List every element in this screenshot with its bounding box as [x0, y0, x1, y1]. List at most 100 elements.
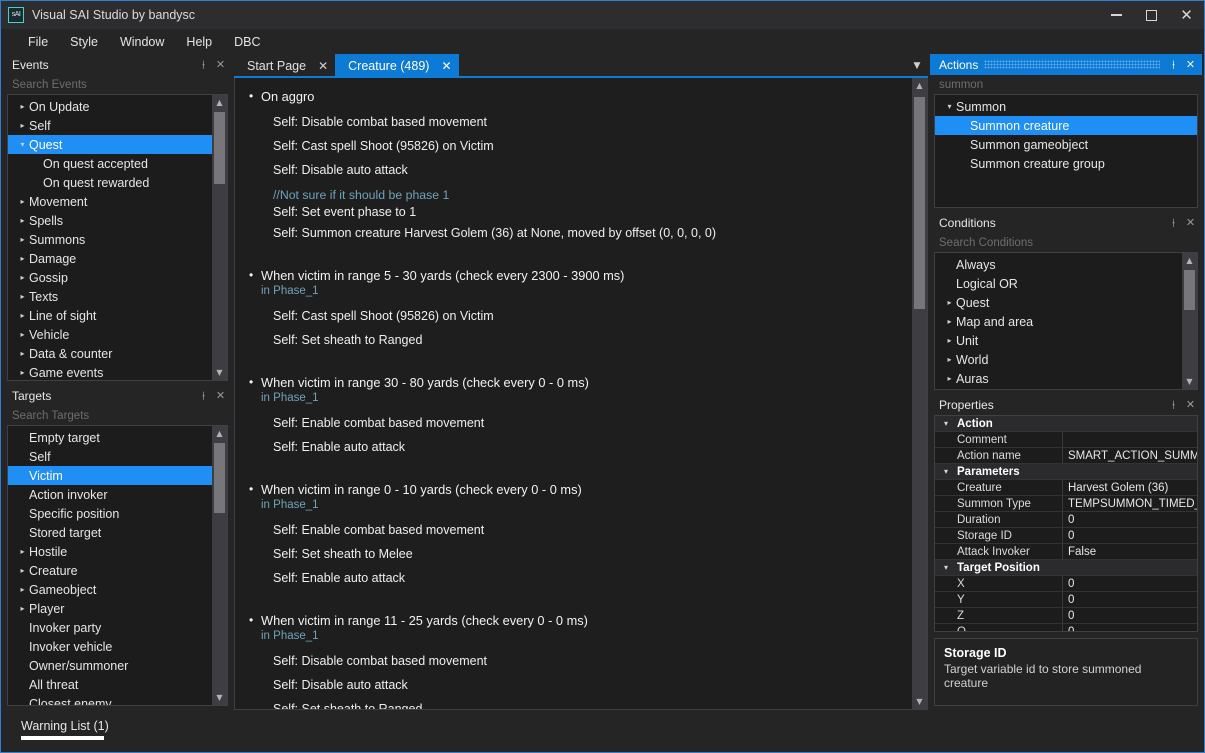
property-value[interactable]: 0 [1063, 514, 1197, 526]
menu-dbc[interactable]: DBC [223, 32, 271, 52]
action-line[interactable]: Self: Disable auto attack [235, 158, 912, 182]
targets-close-button[interactable]: ✕ [213, 388, 228, 404]
chevron-right-icon[interactable]: ▸ [16, 216, 29, 225]
action-line[interactable]: Self: Summon creature Harvest Golem (36)… [235, 221, 912, 245]
action-line[interactable]: Self: Disable combat based movement [235, 110, 912, 134]
chevron-right-icon[interactable]: ▸ [16, 349, 29, 358]
editor-scroll-track[interactable] [912, 93, 927, 694]
scroll-down-button[interactable]: ▼ [1182, 374, 1197, 389]
targets-tree[interactable]: ▸Empty target▸Self▸Victim▸Action invoker… [8, 426, 212, 705]
scroll-up-button[interactable]: ▲ [912, 78, 927, 93]
chevron-right-icon[interactable]: ▸ [16, 604, 29, 613]
event-item-self[interactable]: ▸ Self [8, 116, 212, 135]
property-category-row[interactable]: ▾ Target Position [935, 560, 1197, 576]
chevron-right-icon[interactable]: ▸ [16, 121, 29, 130]
chevron-right-icon[interactable]: ▸ [16, 547, 29, 556]
action-item-summon-creature[interactable]: ▸Summon creature [935, 116, 1197, 135]
chevron-right-icon[interactable]: ▸ [16, 585, 29, 594]
event-header[interactable]: • When victim in range 0 - 10 yards (chec… [235, 481, 912, 498]
column-divider[interactable] [1062, 432, 1063, 447]
property-row[interactable]: Storage ID 0 [935, 528, 1197, 544]
maximize-button[interactable] [1134, 1, 1169, 29]
action-line[interactable]: Self: Enable auto attack [235, 435, 912, 459]
condition-item-unit[interactable]: ▸ Unit [935, 331, 1182, 350]
property-value[interactable]: 0 [1063, 578, 1197, 590]
chevron-right-icon[interactable]: ▸ [16, 292, 29, 301]
condition-item-logical-or[interactable]: ▸Logical OR [935, 274, 1182, 293]
property-value[interactable]: False [1063, 546, 1197, 558]
tab-close-icon[interactable]: ✕ [441, 59, 451, 73]
target-item-closest-enemy[interactable]: ▸Closest enemy [8, 694, 212, 706]
property-row[interactable]: X0 [935, 576, 1197, 592]
editor-scroll-thumb[interactable] [914, 97, 925, 309]
property-category-row[interactable]: ▾ Parameters [935, 464, 1197, 480]
events-tree[interactable]: ▸On Update▸Self▾Quest▸On quest accepted▸… [8, 95, 212, 380]
condition-item-auras[interactable]: ▸ Auras [935, 369, 1182, 388]
property-row[interactable]: Comment [935, 432, 1197, 448]
event-item-on-quest-accepted[interactable]: ▸On quest accepted [8, 154, 212, 173]
properties-pin-button[interactable]: ⍿ [1166, 397, 1181, 413]
events-search-input[interactable]: Search Events [3, 75, 232, 94]
target-item-invoker-vehicle[interactable]: ▸Invoker vehicle [8, 637, 212, 656]
target-item-stored-target[interactable]: ▸Stored target [8, 523, 212, 542]
target-item-empty-target[interactable]: ▸Empty target [8, 428, 212, 447]
chevron-right-icon[interactable]: ▸ [16, 273, 29, 282]
property-row[interactable]: Action name SMART_ACTION_SUMMON_CREATURE [935, 448, 1197, 464]
condition-item-map-and-area[interactable]: ▸ Map and area [935, 312, 1182, 331]
scroll-down-button[interactable]: ▼ [212, 365, 227, 380]
action-item-summon-gameobject[interactable]: ▸Summon gameobject [935, 135, 1197, 154]
property-row[interactable]: Attack Invoker False [935, 544, 1197, 560]
scroll-down-button[interactable]: ▼ [912, 694, 927, 709]
action-line[interactable]: Self: Cast spell Shoot (95826) on Victim [235, 134, 912, 158]
events-pin-button[interactable]: ⍿ [196, 57, 211, 73]
target-item-invoker-party[interactable]: ▸Invoker party [8, 618, 212, 637]
property-row[interactable]: Z0 [935, 608, 1197, 624]
scroll-up-button[interactable]: ▲ [1182, 253, 1197, 268]
event-block[interactable]: • When victim in range 5 - 30 yards (chec… [235, 267, 912, 352]
property-category-row[interactable]: ▾ Action [935, 416, 1197, 432]
chevron-right-icon[interactable]: ▸ [943, 298, 956, 307]
chevron-right-icon[interactable]: ▸ [16, 311, 29, 320]
target-item-gameobject[interactable]: ▸ Gameobject [8, 580, 212, 599]
scroll-down-button[interactable]: ▼ [212, 690, 227, 705]
script-editor[interactable]: • On aggro Self: Disable combat based move… [235, 78, 912, 709]
tab-close-icon[interactable]: ✕ [318, 59, 328, 73]
conditions-scroll-track[interactable] [1182, 268, 1197, 374]
event-item-summons[interactable]: ▸ Summons [8, 230, 212, 249]
action-line[interactable]: Self: Enable combat based movement [235, 411, 912, 435]
targets-scrollbar[interactable]: ▲ ▼ [212, 426, 227, 705]
event-header[interactable]: • When victim in range 5 - 30 yards (chec… [235, 267, 912, 284]
targets-search-input[interactable]: Search Targets [3, 406, 232, 425]
action-line[interactable]: Self: Set event phase to 1 [235, 204, 912, 221]
property-row[interactable]: Summon Type TEMPSUMMON_TIMED_OR_DEAD_DESP… [935, 496, 1197, 512]
chevron-right-icon[interactable]: ▸ [943, 336, 956, 345]
actions-close-button[interactable]: ✕ [1183, 57, 1198, 73]
chevron-right-icon[interactable]: ▸ [16, 254, 29, 263]
event-item-game-events[interactable]: ▸ Game events [8, 363, 212, 380]
action-line[interactable]: Self: Set sheath to Melee [235, 542, 912, 566]
chevron-down-icon[interactable]: ▾ [935, 419, 957, 428]
property-value[interactable]: 0 [1063, 530, 1197, 542]
action-line[interactable]: Self: Disable auto attack [235, 673, 912, 697]
property-row[interactable]: Y0 [935, 592, 1197, 608]
conditions-tree[interactable]: ▸Always▸Logical OR▸Quest▸Map and area▸Un… [935, 253, 1182, 389]
menu-window[interactable]: Window [109, 32, 175, 52]
event-item-line-of-sight[interactable]: ▸ Line of sight [8, 306, 212, 325]
event-item-on-quest-rewarded[interactable]: ▸On quest rewarded [8, 173, 212, 192]
tab-overflow-button[interactable]: ▼ [906, 54, 928, 78]
events-scrollbar[interactable]: ▲ ▼ [212, 95, 227, 380]
action-line[interactable]: Self: Set sheath to Ranged [235, 328, 912, 352]
events-scroll-track[interactable] [212, 110, 227, 365]
chevron-down-icon[interactable]: ▾ [935, 563, 957, 572]
target-item-victim[interactable]: ▸Victim [8, 466, 212, 485]
events-scroll-thumb[interactable] [214, 112, 225, 184]
actions-tree[interactable]: ▾Summon▸Summon creature▸Summon gameobjec… [935, 95, 1197, 207]
target-item-player[interactable]: ▸ Player [8, 599, 212, 618]
actions-search-input[interactable]: summon [930, 75, 1202, 94]
event-item-gossip[interactable]: ▸ Gossip [8, 268, 212, 287]
targets-pin-button[interactable]: ⍿ [196, 388, 211, 404]
event-item-texts[interactable]: ▸ Texts [8, 287, 212, 306]
property-value[interactable]: 0 [1063, 594, 1197, 606]
chevron-right-icon[interactable]: ▸ [16, 368, 29, 377]
action-line[interactable]: Self: Enable auto attack [235, 566, 912, 590]
